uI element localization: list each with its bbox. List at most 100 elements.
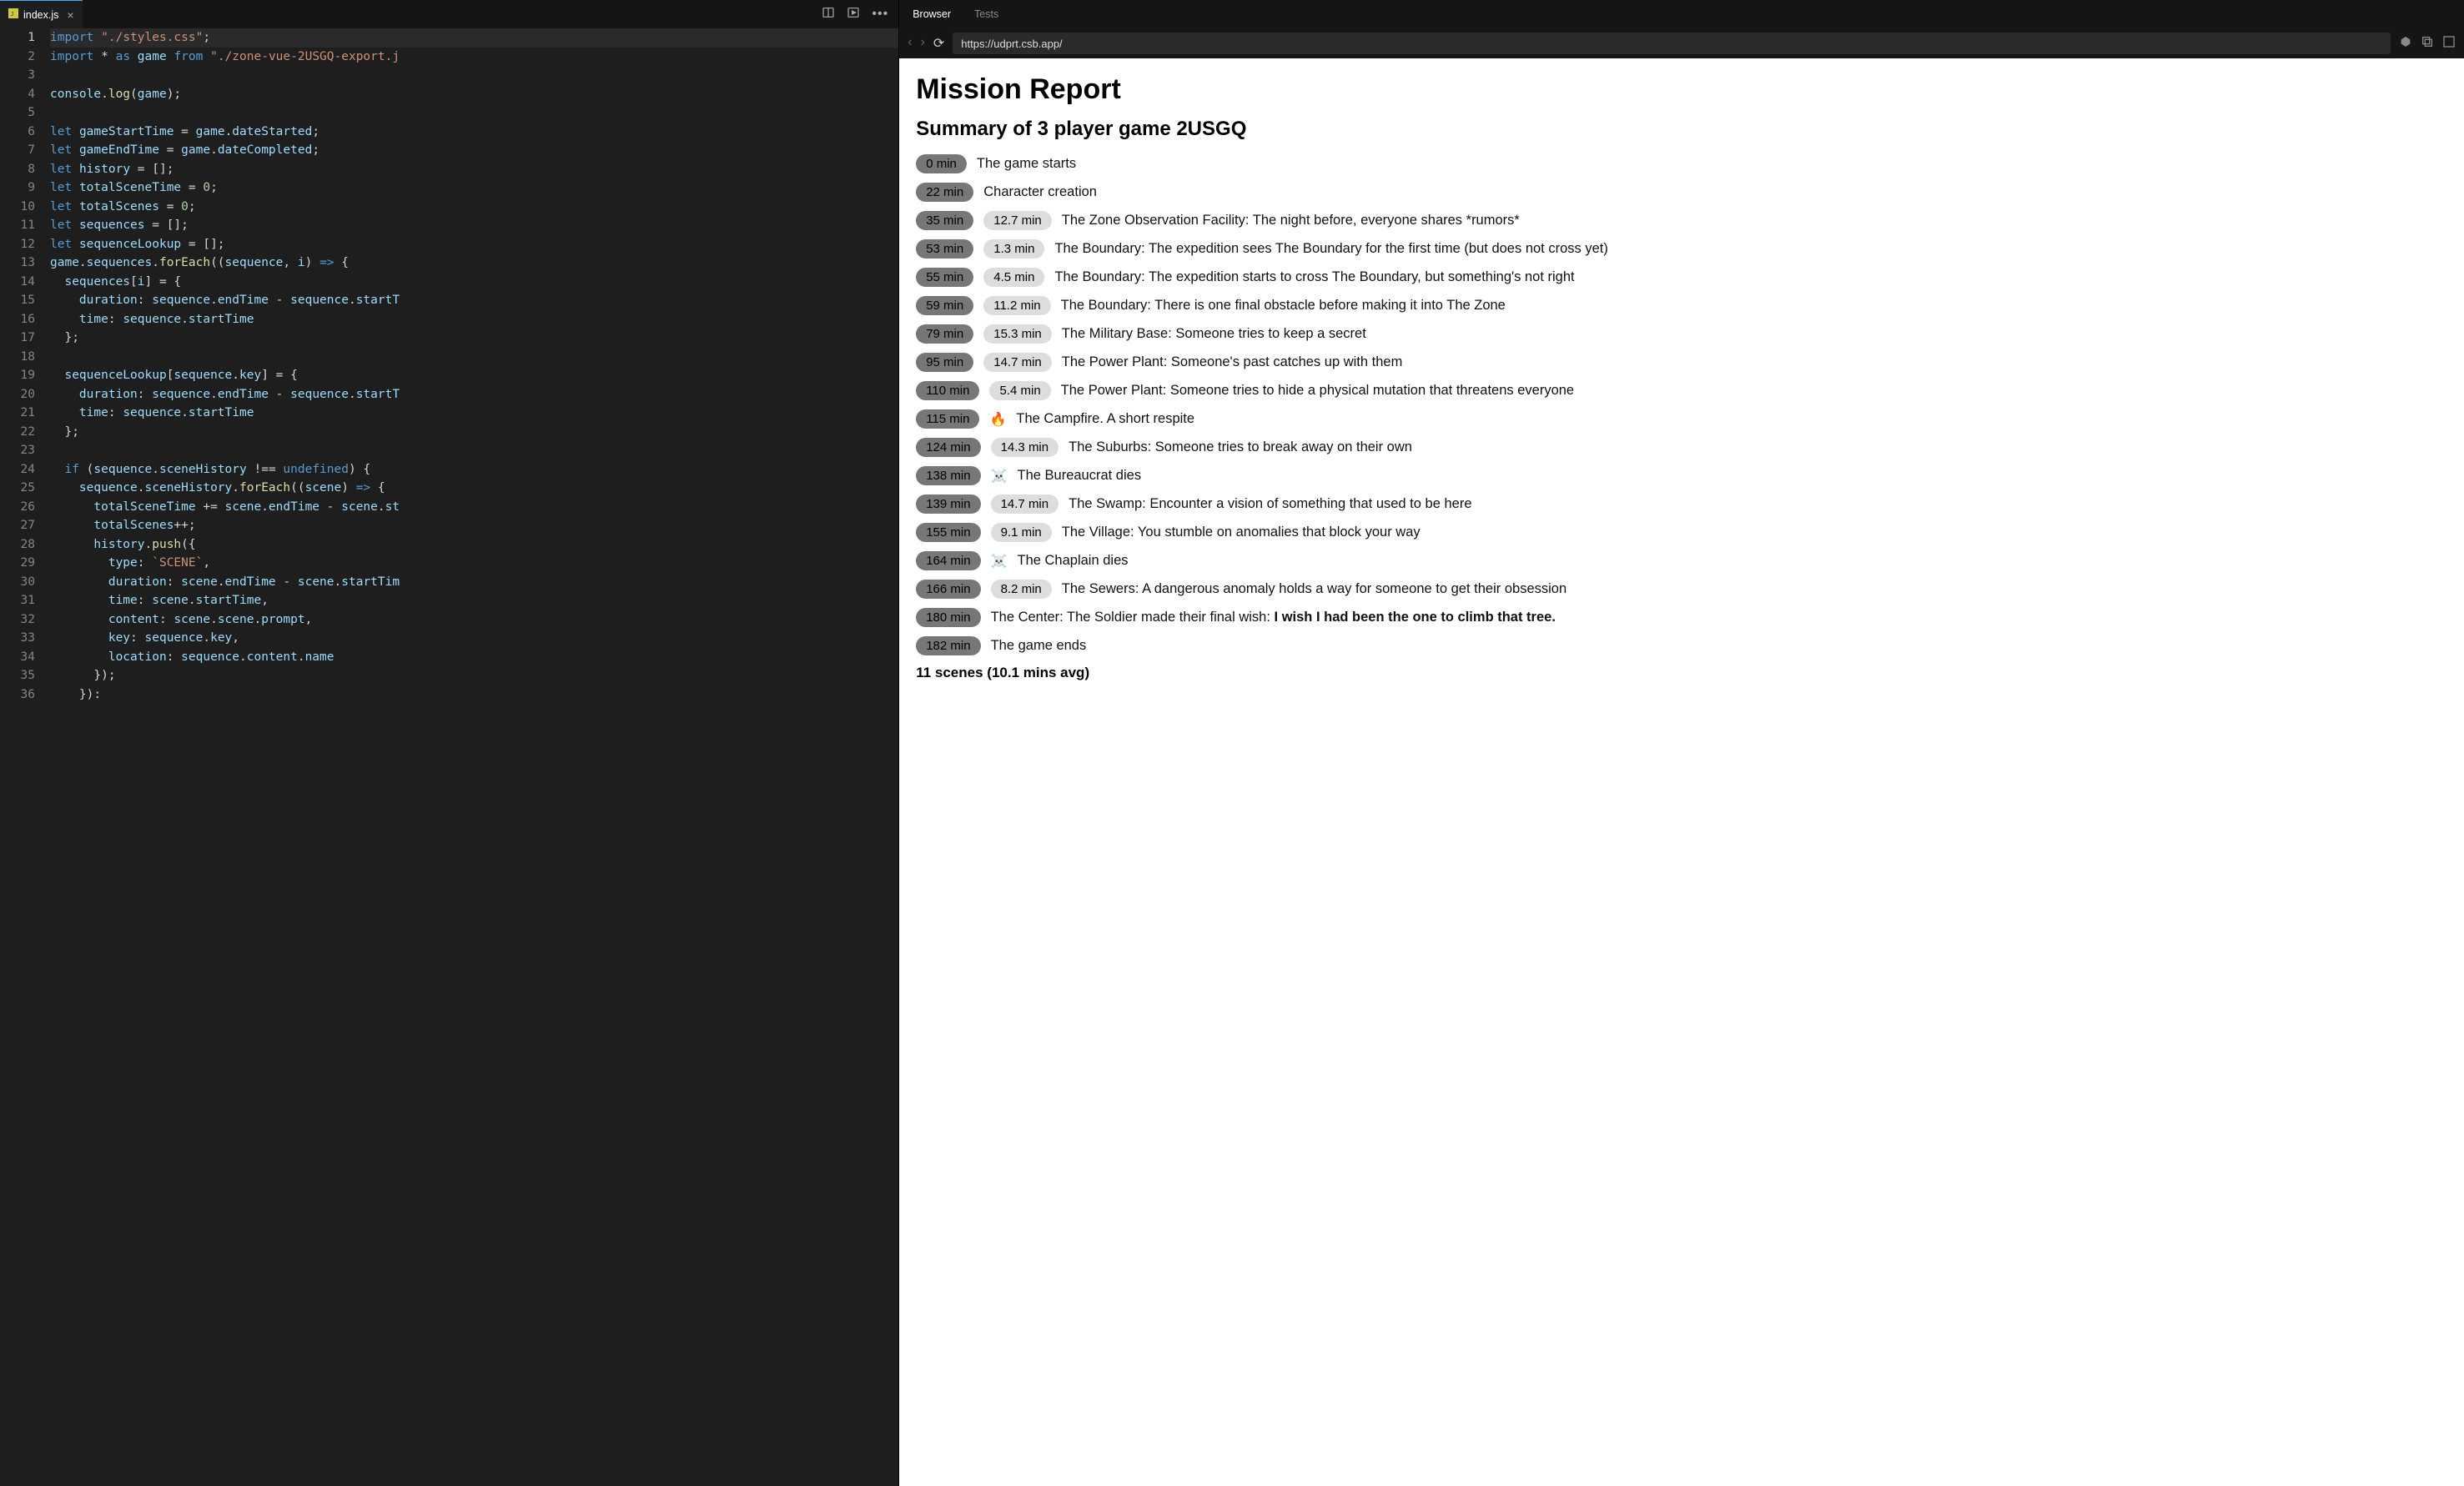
timeline-row: 182 min The game ends bbox=[916, 636, 2447, 655]
duration-pill: 9.1 min bbox=[991, 523, 1052, 542]
js-file-icon: J bbox=[8, 8, 18, 21]
timeline-row: 53 min 1.3 min The Boundary: The expeditio… bbox=[916, 239, 2447, 259]
row-text: The Power Plant: Someone tries to hide a… bbox=[1061, 383, 2447, 399]
time-pill: 35 min bbox=[916, 211, 973, 230]
row-text: The game starts bbox=[977, 156, 2447, 172]
timeline-row: 110 min 5.4 min The Power Plant: Someone t… bbox=[916, 381, 2447, 400]
code-editor[interactable]: 1234567891011121314151617181920212223242… bbox=[0, 28, 898, 1486]
duration-pill: 1.3 min bbox=[983, 239, 1044, 259]
url-actions bbox=[2399, 35, 2456, 53]
timeline-row: 79 min 15.3 min The Military Base: Someone… bbox=[916, 324, 2447, 344]
event-emoji-icon: ☠️ bbox=[991, 468, 1008, 484]
timeline-row: 22 min Character creation bbox=[916, 183, 2447, 202]
duration-pill: 4.5 min bbox=[983, 268, 1044, 287]
row-text: Character creation bbox=[983, 184, 2447, 200]
duration-pill: 15.3 min bbox=[983, 324, 1052, 344]
preview-content[interactable]: Mission Report Summary of 3 player game … bbox=[899, 58, 2464, 1486]
preview-panel: Browser Tests ‹ › ⟳ Mission Report Summa… bbox=[899, 0, 2464, 1486]
time-pill: 0 min bbox=[916, 154, 967, 173]
row-text: The Sewers: A dangerous anomaly holds a … bbox=[1062, 581, 2447, 597]
tab-tests[interactable]: Tests bbox=[974, 8, 998, 20]
timeline-row: 138 min ☠️ The Bureaucrat dies bbox=[916, 466, 2447, 485]
time-pill: 115 min bbox=[916, 409, 979, 429]
row-text: The Swamp: Encounter a vision of somethi… bbox=[1069, 496, 2447, 512]
row-text: The Boundary: The expedition starts to c… bbox=[1054, 269, 2447, 285]
duration-pill: 8.2 min bbox=[991, 580, 1052, 599]
editor-panel: J index.js × ••• 12345678910111213141516… bbox=[0, 0, 899, 1486]
tab-filename: index.js bbox=[23, 9, 58, 21]
reload-icon[interactable]: ⟳ bbox=[933, 35, 944, 52]
url-bar: ‹ › ⟳ bbox=[899, 28, 2464, 58]
event-emoji-icon: 🔥 bbox=[989, 411, 1006, 428]
row-text: The Suburbs: Someone tries to break away… bbox=[1069, 439, 2447, 455]
time-pill: 59 min bbox=[916, 296, 973, 315]
duration-pill: 5.4 min bbox=[989, 381, 1050, 400]
time-pill: 138 min bbox=[916, 466, 980, 485]
time-pill: 53 min bbox=[916, 239, 973, 259]
svg-text:J: J bbox=[11, 11, 14, 18]
row-text: The Military Base: Someone tries to keep… bbox=[1062, 326, 2447, 342]
summary-footer: 11 scenes (10.1 mins avg) bbox=[916, 665, 2447, 681]
event-emoji-icon: ☠️ bbox=[991, 553, 1008, 570]
timeline-row: 0 min The game starts bbox=[916, 154, 2447, 173]
time-pill: 124 min bbox=[916, 438, 980, 457]
timeline-row: 180 min The Center: The Soldier made thei… bbox=[916, 608, 2447, 627]
row-text: The Power Plant: Someone's past catches … bbox=[1062, 354, 2447, 370]
duration-pill: 14.3 min bbox=[991, 438, 1059, 457]
timeline-row: 115 min 🔥 The Campfire. A short respite bbox=[916, 409, 2447, 429]
time-pill: 22 min bbox=[916, 183, 973, 202]
url-input[interactable] bbox=[953, 33, 2391, 54]
forward-icon[interactable]: › bbox=[921, 35, 925, 52]
row-text: The Chaplain dies bbox=[1018, 553, 2448, 569]
back-icon[interactable]: ‹ bbox=[908, 35, 912, 52]
duration-pill: 14.7 min bbox=[991, 494, 1059, 514]
timeline-row: 164 min ☠️ The Chaplain dies bbox=[916, 551, 2447, 570]
page-title: Mission Report bbox=[916, 73, 2447, 106]
time-pill: 155 min bbox=[916, 523, 980, 542]
row-text: The Village: You stumble on anomalies th… bbox=[1062, 525, 2447, 540]
time-pill: 180 min bbox=[916, 608, 980, 627]
timeline-row: 59 min 11.2 min The Boundary: There is one… bbox=[916, 296, 2447, 315]
time-pill: 55 min bbox=[916, 268, 973, 287]
time-pill: 166 min bbox=[916, 580, 980, 599]
duration-pill: 11.2 min bbox=[983, 296, 1050, 315]
page-subtitle: Summary of 3 player game 2USGQ bbox=[916, 118, 2447, 141]
row-text: The game ends bbox=[991, 638, 2447, 654]
time-pill: 139 min bbox=[916, 494, 980, 514]
time-pill: 95 min bbox=[916, 353, 973, 372]
line-gutter: 1234567891011121314151617181920212223242… bbox=[0, 28, 50, 1486]
code-area[interactable]: import "./styles.css";import * as game f… bbox=[50, 28, 898, 1486]
timeline-row: 124 min 14.3 min The Suburbs: Someone trie… bbox=[916, 438, 2447, 457]
split-editor-icon[interactable] bbox=[822, 6, 835, 23]
preview-tabs: Browser Tests bbox=[899, 0, 2464, 28]
row-text: The Boundary: There is one final obstacl… bbox=[1061, 298, 2447, 314]
duration-pill: 12.7 min bbox=[983, 211, 1052, 230]
open-window-icon[interactable] bbox=[2421, 35, 2434, 53]
timeline-row: 139 min 14.7 min The Swamp: Encounter a vi… bbox=[916, 494, 2447, 514]
timeline-row: 155 min 9.1 min The Village: You stumble o… bbox=[916, 523, 2447, 542]
nav-buttons: ‹ › ⟳ bbox=[908, 35, 944, 52]
row-text: The Zone Observation Facility: The night… bbox=[1062, 213, 2447, 228]
timeline-row: 35 min 12.7 min The Zone Observation Facil… bbox=[916, 211, 2447, 230]
tab-browser[interactable]: Browser bbox=[913, 8, 951, 20]
row-text: The Boundary: The expedition sees The Bo… bbox=[1054, 241, 2447, 257]
close-icon[interactable]: × bbox=[67, 8, 73, 22]
time-pill: 110 min bbox=[916, 381, 979, 400]
file-tab[interactable]: J index.js × bbox=[0, 0, 83, 28]
run-icon[interactable] bbox=[847, 6, 860, 23]
time-pill: 79 min bbox=[916, 324, 973, 344]
row-text: The Campfire. A short respite bbox=[1016, 411, 2447, 427]
timeline-row: 95 min 14.7 min The Power Plant: Someone's… bbox=[916, 353, 2447, 372]
row-text: The Bureaucrat dies bbox=[1018, 468, 2448, 484]
time-pill: 182 min bbox=[916, 636, 980, 655]
deploy-icon[interactable] bbox=[2399, 35, 2412, 53]
editor-tabs: J index.js × ••• bbox=[0, 0, 898, 28]
timeline-row: 166 min 8.2 min The Sewers: A dangerous an… bbox=[916, 580, 2447, 599]
more-icon[interactable]: ••• bbox=[872, 7, 888, 22]
new-window-icon[interactable] bbox=[2442, 35, 2456, 53]
editor-toolbar: ••• bbox=[812, 0, 898, 28]
timeline-row: 55 min 4.5 min The Boundary: The expeditio… bbox=[916, 268, 2447, 287]
row-text: The Center: The Soldier made their final… bbox=[991, 610, 2447, 625]
time-pill: 164 min bbox=[916, 551, 980, 570]
duration-pill: 14.7 min bbox=[983, 353, 1052, 372]
